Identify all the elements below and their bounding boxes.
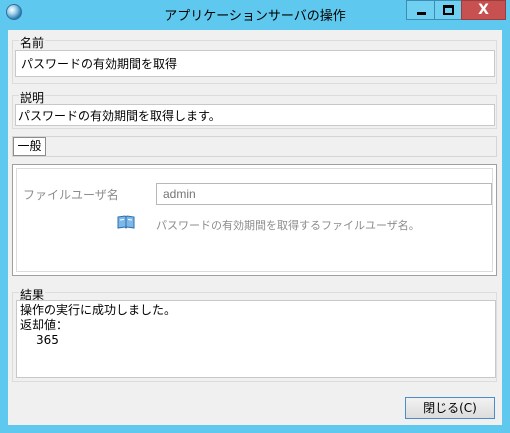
- minimize-icon: [417, 12, 426, 15]
- tab-general[interactable]: 一般: [13, 137, 46, 156]
- title-bar[interactable]: アプリケーションサーバの操作 X: [0, 0, 510, 26]
- book-icon: [117, 215, 135, 229]
- result-text: 操作の実行に成功しました。 返却値： 365: [16, 300, 496, 378]
- dialog-window: アプリケーションサーバの操作 X 名前 パスワードの有効期間を取得 説明 パスワ…: [0, 0, 510, 433]
- minimize-button[interactable]: [406, 0, 435, 20]
- dialog-body: 名前 パスワードの有効期間を取得 説明 パスワードの有効期間を取得します。 一般…: [8, 30, 502, 425]
- maximize-icon: [443, 5, 454, 15]
- file-user-name-label: ファイルユーザ名: [23, 188, 119, 202]
- tab-strip: [12, 136, 497, 157]
- parameters-pane: ファイルユーザ名 パスワードの有効期間を取得するファイルユーザ名。: [12, 164, 497, 276]
- description-field: パスワードの有効期間を取得します。: [15, 104, 495, 126]
- return-value: 365: [36, 333, 59, 347]
- file-user-name-input[interactable]: [156, 183, 492, 205]
- result-line: 操作の実行に成功しました。: [20, 303, 177, 317]
- close-window-button[interactable]: X: [461, 0, 506, 20]
- maximize-button[interactable]: [434, 0, 462, 20]
- file-user-name-description: パスワードの有効期間を取得するファイルユーザ名。: [156, 219, 420, 232]
- close-icon: X: [478, 2, 489, 18]
- name-label: 名前: [19, 34, 46, 51]
- name-field: パスワードの有効期間を取得: [15, 50, 495, 77]
- result-line: 返却値：: [20, 318, 69, 332]
- close-button[interactable]: 閉じる(C): [405, 397, 495, 419]
- parameters-inner: ファイルユーザ名 パスワードの有効期間を取得するファイルユーザ名。: [16, 168, 493, 272]
